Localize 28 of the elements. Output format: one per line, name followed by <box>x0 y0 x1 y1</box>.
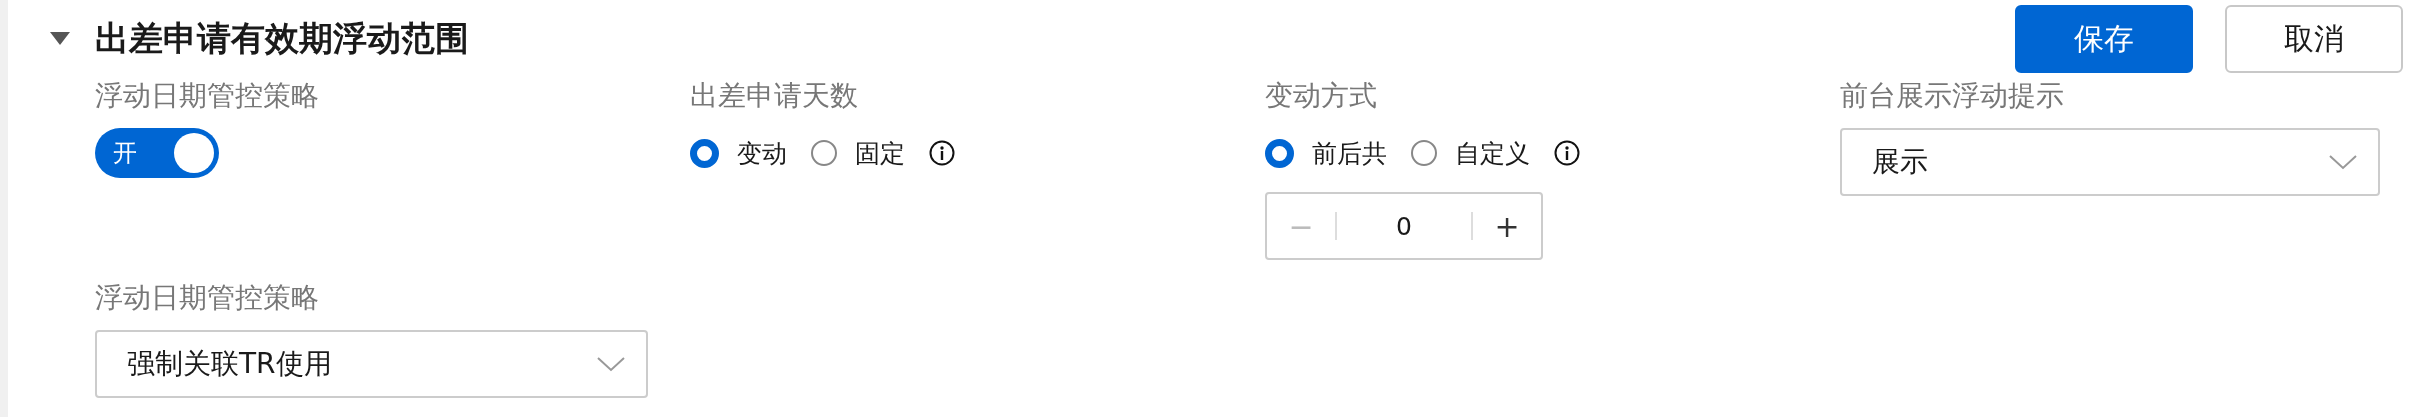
increment-button[interactable]: + <box>1473 194 1541 258</box>
radio-button[interactable] <box>690 138 719 168</box>
stepper-value: 0 <box>1395 211 1413 241</box>
chevron-down-icon <box>596 356 626 372</box>
save-button[interactable]: 保存 <box>2015 5 2193 73</box>
select-dropdown[interactable]: 强制关联TR使用 <box>95 330 648 398</box>
info-icon[interactable] <box>929 140 955 166</box>
radio-option[interactable]: 变动 <box>690 136 787 170</box>
field-label: 浮动日期管控策略 <box>95 78 320 114</box>
chevron-down-icon <box>2328 154 2358 170</box>
toggle-switch[interactable]: 开 <box>95 128 219 178</box>
radio-button[interactable] <box>1411 140 1437 166</box>
select-dropdown[interactable]: 展示 <box>1840 128 2380 196</box>
radio-option[interactable]: 前后共 <box>1265 136 1387 170</box>
info-icon[interactable] <box>1554 140 1580 166</box>
radio-option[interactable]: 固定 <box>811 136 905 170</box>
field-label: 出差申请天数 <box>690 78 859 114</box>
collapse-caret-icon[interactable] <box>50 32 70 46</box>
radio-button[interactable] <box>811 140 837 166</box>
radio-button[interactable] <box>1265 138 1294 168</box>
field-label: 前台展示浮动提示 <box>1840 78 2065 114</box>
field-label: 浮动日期管控策略 <box>95 280 320 316</box>
radio-option[interactable]: 自定义 <box>1411 136 1530 170</box>
cancel-button[interactable]: 取消 <box>2225 5 2403 73</box>
number-stepper[interactable]: − 0 + <box>1265 192 1543 260</box>
field-label: 变动方式 <box>1265 78 1378 114</box>
switch-label: 开 <box>113 138 137 169</box>
section-title: 出差申请有效期浮动范围 <box>95 17 470 60</box>
